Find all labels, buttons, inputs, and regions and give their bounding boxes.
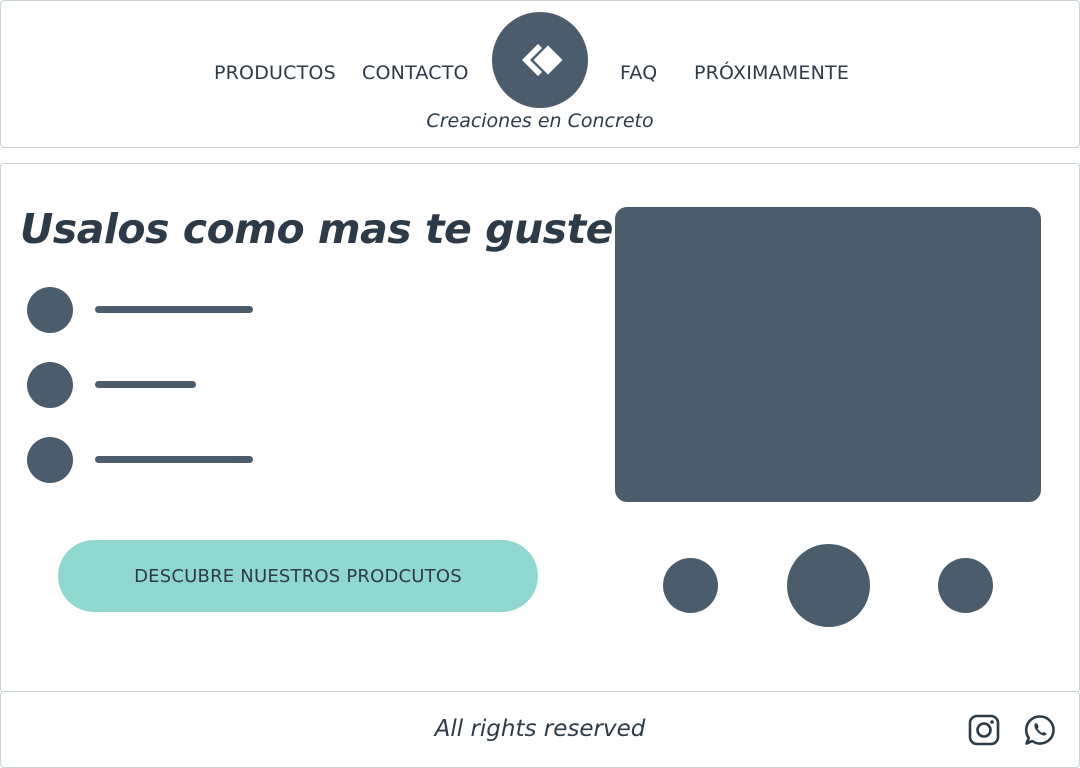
carousel-dot-active[interactable] <box>787 544 870 627</box>
instagram-icon <box>968 714 1000 746</box>
feature-text-placeholder <box>95 381 196 388</box>
feature-bullet-icon <box>27 287 73 333</box>
feature-text-placeholder <box>95 456 253 463</box>
page-headline: Usalos como mas te guste! <box>20 205 632 253</box>
nav-link-proximamente[interactable]: PRÓXIMAMENTE <box>694 62 849 84</box>
discover-products-button[interactable]: DESCUBRE NUESTROS PRODCUTOS <box>58 540 538 612</box>
carousel-dot-next[interactable] <box>938 558 993 613</box>
nav-link-contacto[interactable]: CONTACTO <box>362 62 469 84</box>
logo[interactable] <box>492 12 588 108</box>
footer-copyright: All rights reserved <box>434 716 646 742</box>
hero-image-placeholder <box>615 207 1041 502</box>
feature-bullet-icon <box>27 362 73 408</box>
feature-bullet-icon <box>27 437 73 483</box>
diamond-logo-icon <box>522 43 565 77</box>
instagram-link[interactable] <box>967 713 1001 747</box>
nav-link-productos[interactable]: PRODUCTOS <box>214 62 336 84</box>
brand-name: Creaciones en Concreto <box>426 110 654 132</box>
whatsapp-icon <box>1024 715 1055 745</box>
whatsapp-link[interactable] <box>1023 713 1057 747</box>
carousel-dot-prev[interactable] <box>663 558 718 613</box>
nav-link-faq[interactable]: FAQ <box>620 62 657 84</box>
feature-text-placeholder <box>95 306 253 313</box>
